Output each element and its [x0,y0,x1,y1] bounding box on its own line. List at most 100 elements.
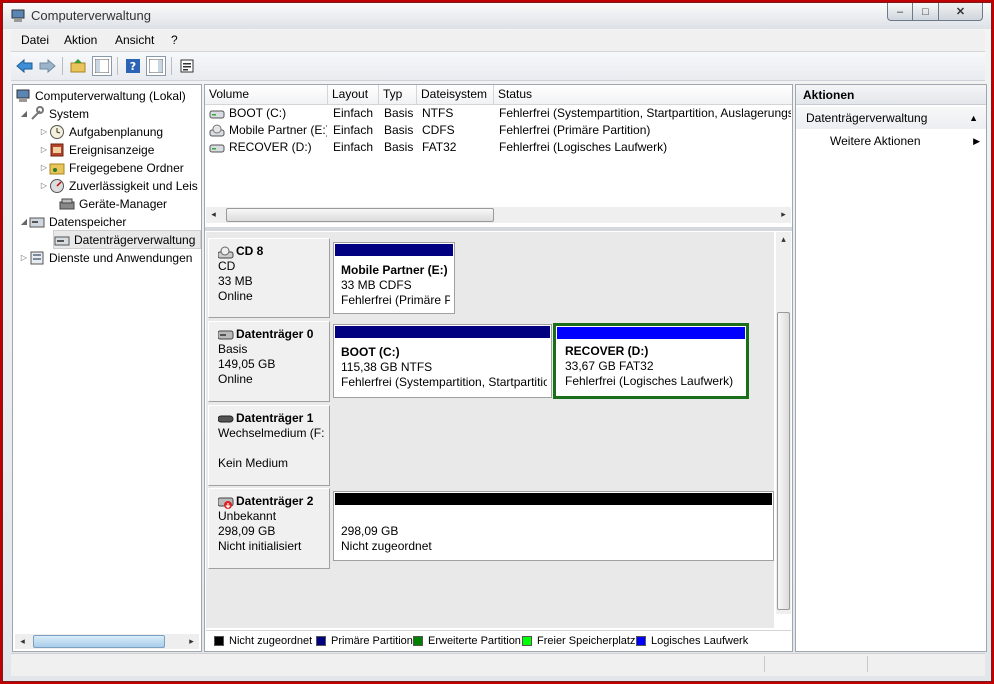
scroll-right-icon[interactable]: ▸ [184,634,199,649]
status-cell: Fehlerfrei (Logisches Laufwerk) [499,140,668,154]
tree-item-system[interactable]: ◢ System [19,105,89,122]
collapsed-arrow-icon[interactable]: ▷ [39,127,49,136]
show-hide-tree-icon[interactable] [92,56,112,76]
partition-unallocated[interactable]: 298,09 GB Nicht zugeordnet [333,491,774,561]
tree-item-freigegebene-ordner[interactable]: ▷ Freigegebene Ordner [39,159,184,176]
properties-icon[interactable] [177,56,197,76]
tree-item-geraete-manager[interactable]: Geräte-Manager [49,195,167,212]
tree-root[interactable]: Computerverwaltung (Lokal) [15,87,186,104]
disk-size: 149,05 GB [218,357,276,371]
toolbar: ? [11,52,985,81]
partition-name: Mobile Partner (E:) [341,263,448,277]
table-row[interactable]: BOOT (C:) Einfach Basis NTFS Fehlerfrei … [205,105,792,122]
partition-boot[interactable]: BOOT (C:) 115,38 GB NTFS Fehlerfrei (Sys… [333,324,552,398]
scroll-left-icon[interactable]: ◂ [206,207,221,222]
tree-item-label: System [49,106,90,121]
menu-datei[interactable]: Datei [21,33,49,47]
tree-item-label: Freigegebene Ordner [69,160,184,175]
up-folder-icon[interactable] [68,56,88,76]
actions-pane: Aktionen Datenträgerverwaltung ▲ Weitere… [795,84,987,652]
tree-horizontal-scrollbar[interactable]: ◂ ▸ [15,634,199,649]
partition-recover-selected[interactable]: RECOVER (D:) 33,67 GB FAT32 Fehlerfrei (… [553,323,749,399]
clock-icon [49,124,65,140]
services-icon [29,250,45,266]
disk-label-datentraeger-0[interactable]: Datenträger 0 Basis 149,05 GB Online [208,321,330,402]
collapse-arrow-icon[interactable]: ▲ [969,107,978,129]
scroll-right-icon[interactable]: ▸ [776,207,791,222]
table-row[interactable]: RECOVER (D:) Einfach Basis FAT32 Fehlerf… [205,139,792,156]
volume-cell: RECOVER (D:) [209,139,327,156]
column-header-layout[interactable]: Layout [328,85,379,104]
actions-header: Aktionen [796,85,986,105]
tree-item-dienste[interactable]: ▷ Dienste und Anwendungen [19,249,193,266]
column-header-dateisystem[interactable]: Dateisystem [417,85,494,104]
submenu-arrow-icon: ▶ [973,136,980,146]
partition-type-bar [335,244,453,256]
actions-section-datentraegerverwaltung[interactable]: Datenträgerverwaltung ▲ [796,107,986,129]
partition-type-bar [335,493,772,505]
window-controls: – □ ✕ [887,3,983,21]
maximize-button[interactable]: □ [913,3,939,21]
disk-state: Nicht initialisiert [218,539,302,553]
expanded-arrow-icon[interactable]: ◢ [19,109,29,118]
action-weitere-aktionen[interactable]: Weitere Aktionen ▶ [796,131,986,151]
forward-icon[interactable] [37,56,57,76]
disk-kind: Unbekannt [218,509,277,523]
title-bar[interactable]: Computerverwaltung – □ ✕ [3,3,991,29]
volume-name: RECOVER (D:) [229,140,312,154]
graph-vertical-scrollbar[interactable]: ▴ [776,232,791,614]
disk-label-cd8[interactable]: CD 8 CD 33 MB Online [208,238,330,318]
scroll-left-icon[interactable]: ◂ [15,634,30,649]
partition-mobile-partner[interactable]: Mobile Partner (E:) 33 MB CDFS Fehlerfre… [333,242,455,314]
disk-management-pane: Volume Layout Typ Dateisystem Status BOO… [204,84,793,652]
partition-status: Fehlerfrei (Systempartition, Startpartit… [341,375,547,389]
scrollbar-thumb[interactable] [33,635,165,648]
collapsed-arrow-icon[interactable]: ▷ [39,181,49,190]
collapsed-arrow-icon[interactable]: ▷ [39,163,49,172]
tree-item-datentraegerverwaltung[interactable]: Datenträgerverwaltung [53,230,201,249]
performance-icon [49,178,65,194]
scroll-up-icon[interactable]: ▴ [776,232,791,247]
disk-size [218,441,329,456]
console-view-icon[interactable] [146,56,166,76]
partition-status: Nicht zugeordnet [341,539,432,553]
expanded-arrow-icon[interactable]: ◢ [19,217,29,226]
menu-help[interactable]: ? [171,33,178,47]
scrollbar-thumb[interactable] [226,208,494,222]
tree-item-zuverlaessigkeit[interactable]: ▷ Zuverlässigkeit und Leis [39,177,198,194]
minimize-button[interactable]: – [887,3,913,21]
tree-item-aufgabenplanung[interactable]: ▷ Aufgabenplanung [39,123,163,140]
volume-list-horizontal-scrollbar[interactable]: ◂ ▸ [206,207,791,223]
scrollbar-thumb[interactable] [777,312,790,610]
computer-management-icon [10,8,26,24]
tree-root-label: Computerverwaltung (Lokal) [35,88,186,103]
disk-label-datentraeger-2[interactable]: Datenträger 2 Unbekannt 298,09 GB Nicht … [208,488,330,569]
menu-ansicht[interactable]: Ansicht [115,33,154,47]
help-icon[interactable]: ? [123,56,143,76]
collapsed-arrow-icon[interactable]: ▷ [39,145,49,154]
status-bar-divider [867,656,868,672]
menu-aktion[interactable]: Aktion [64,33,97,47]
cd-drive-icon [217,246,234,258]
column-header-status[interactable]: Status [494,85,792,104]
disk-name: CD 8 [236,244,264,258]
toolbar-separator [171,57,172,75]
shared-folder-icon [49,160,65,176]
disk-state: Online [218,289,253,303]
pane-splitter[interactable] [205,227,792,231]
hard-disk-icon [217,329,234,341]
partition-type-bar [557,327,745,339]
collapsed-arrow-icon[interactable]: ▷ [19,253,29,262]
toolbar-separator [117,57,118,75]
back-icon[interactable] [15,56,35,76]
table-row[interactable]: Mobile Partner (E:) Einfach Basis CDFS F… [205,122,792,139]
column-header-typ[interactable]: Typ [379,85,417,104]
partition-size: 115,38 GB NTFS [341,360,433,374]
tree-item-datenspeicher[interactable]: ◢ Datenspeicher [19,213,126,230]
removable-drive-icon [217,413,234,425]
tree-item-label: Datenträgerverwaltung [74,232,196,247]
column-header-volume[interactable]: Volume [205,85,328,104]
close-button[interactable]: ✕ [939,3,983,21]
tree-item-ereignisanzeige[interactable]: ▷ Ereignisanzeige [39,141,154,158]
disk-label-datentraeger-1[interactable]: Datenträger 1 Wechselmedium (F: Kein Med… [208,405,330,486]
